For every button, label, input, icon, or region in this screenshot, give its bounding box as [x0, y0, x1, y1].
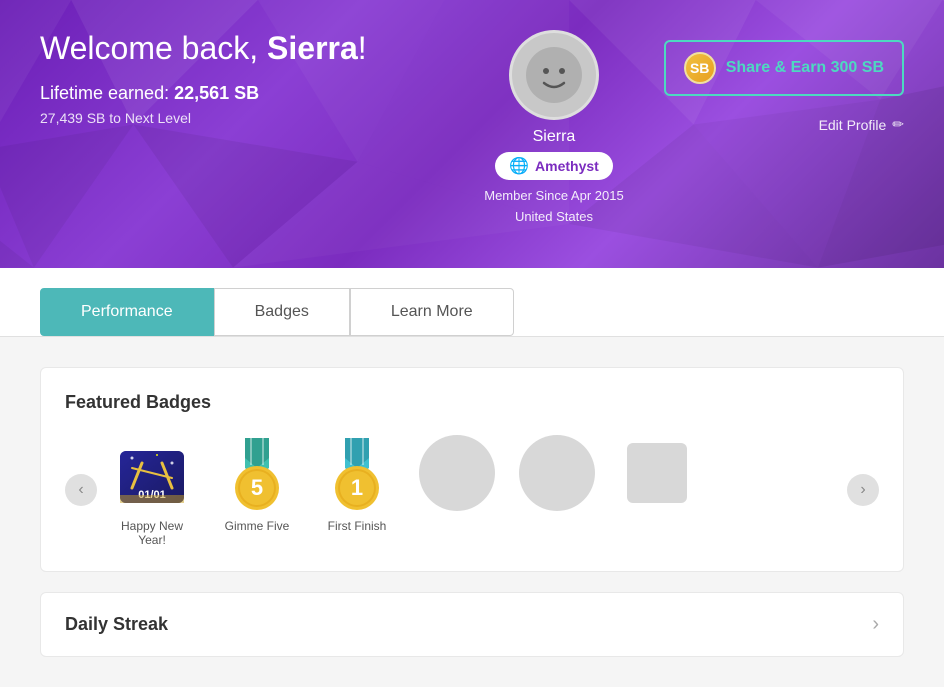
badge-name: Happy New Year!: [107, 519, 197, 547]
chevron-right-icon: ›: [872, 613, 879, 636]
badge-image: [617, 433, 697, 513]
header-left: Welcome back, Sierra! Lifetime earned: 2…: [40, 30, 444, 126]
empty-badge: [419, 435, 495, 511]
badge-image: 01/01: [112, 433, 192, 513]
badge-image: [517, 433, 597, 513]
list-item: [617, 433, 697, 519]
badges-list: 01/01 Happy New Year!: [107, 433, 837, 547]
main-content: Featured Badges ‹: [0, 337, 944, 687]
member-since: Member Since Apr 2015 United States: [484, 186, 623, 228]
chevron-right-icon: ›: [860, 481, 865, 499]
svg-text:1: 1: [351, 475, 363, 500]
carousel-next-button[interactable]: ›: [847, 474, 879, 506]
tab-badges[interactable]: Badges: [214, 288, 350, 336]
coin-icon: SB: [684, 52, 716, 84]
tab-performance[interactable]: Performance: [40, 288, 214, 336]
share-earn-button[interactable]: SB Share & Earn 300 SB: [664, 40, 904, 96]
header-center: Sierra 🌐 Amethyst Member Since Apr 2015 …: [484, 30, 623, 228]
profile-username: Sierra: [533, 128, 576, 146]
globe-icon: 🌐: [509, 156, 529, 176]
edit-profile-link[interactable]: Edit Profile ✏: [819, 116, 904, 133]
badge-name: Gimme Five: [225, 519, 290, 533]
badge-image: 1: [317, 433, 397, 513]
avatar: [509, 30, 599, 120]
header-banner: Welcome back, Sierra! Lifetime earned: 2…: [0, 0, 944, 268]
header-right: SB Share & Earn 300 SB Edit Profile ✏: [664, 40, 904, 133]
empty-badge: [627, 443, 687, 503]
edit-profile-label: Edit Profile: [819, 117, 887, 133]
lifetime-earned: Lifetime earned: 22,561 SB: [40, 83, 444, 104]
welcome-message: Welcome back, Sierra!: [40, 30, 444, 67]
badges-carousel: ‹: [65, 433, 879, 547]
chevron-left-icon: ‹: [78, 481, 83, 499]
featured-badges-title: Featured Badges: [65, 392, 879, 413]
list-item: [517, 433, 597, 519]
badge-name: First Finish: [328, 519, 387, 533]
daily-streak-card[interactable]: Daily Streak ›: [40, 592, 904, 657]
carousel-prev-button[interactable]: ‹: [65, 474, 97, 506]
share-button-label: Share & Earn 300 SB: [726, 59, 884, 77]
badge-image: 5: [217, 433, 297, 513]
level-badge: 🌐 Amethyst: [495, 152, 613, 180]
svg-text:5: 5: [251, 475, 263, 500]
level-name: Amethyst: [535, 158, 599, 174]
tabs-container: Performance Badges Learn More: [0, 268, 944, 337]
list-item: 01/01 Happy New Year!: [107, 433, 197, 547]
tabs: Performance Badges Learn More: [40, 288, 904, 336]
pencil-icon: ✏: [892, 116, 904, 133]
next-level: 27,439 SB to Next Level: [40, 110, 444, 126]
daily-streak-title: Daily Streak: [65, 614, 168, 635]
empty-badge: [519, 435, 595, 511]
featured-badges-card: Featured Badges ‹: [40, 367, 904, 572]
list-item: 5 Gimme Five: [217, 433, 297, 533]
badge-image: [417, 433, 497, 513]
list-item: [417, 433, 497, 519]
list-item: 1 First Finish: [317, 433, 397, 533]
tab-learn-more[interactable]: Learn More: [350, 288, 514, 336]
header-content: Welcome back, Sierra! Lifetime earned: 2…: [40, 30, 904, 228]
